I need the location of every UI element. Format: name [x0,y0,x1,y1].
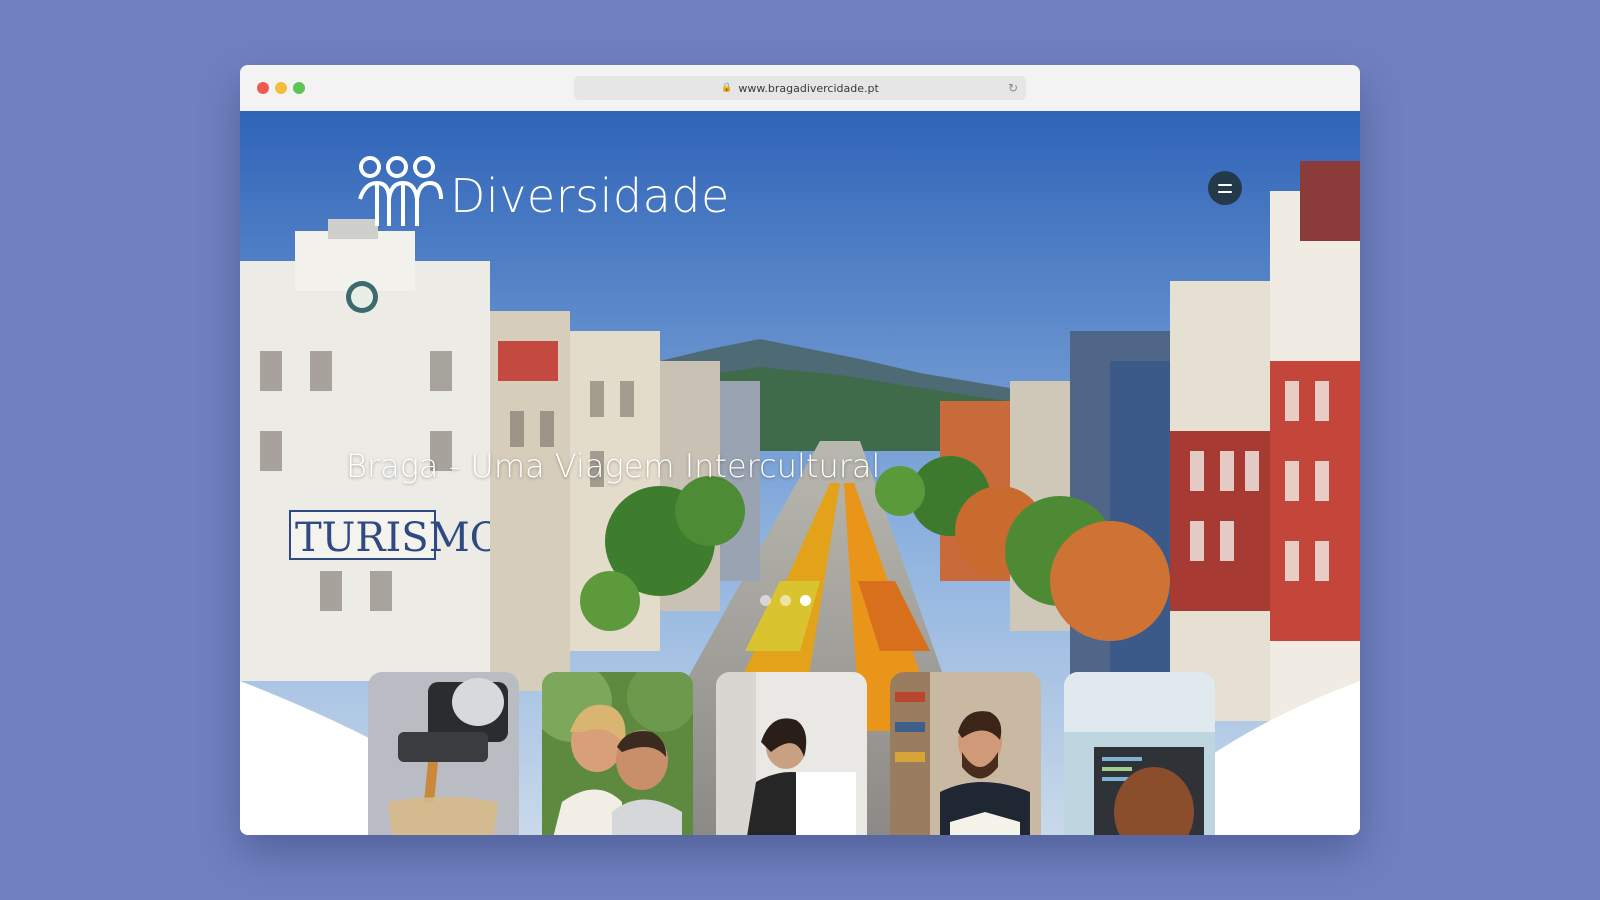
browser-titlebar: 🔒 www.bragadivercidade.pt ↻ [240,65,1360,112]
slider-dot-2[interactable] [780,595,791,606]
slider-pagination [760,595,811,606]
minimize-window-button[interactable] [275,82,287,94]
people-logo-icon [358,156,443,226]
card-man-reading-book[interactable] [890,672,1041,835]
browser-window: 🔒 www.bragadivercidade.pt ↻ TURISMO Dive… [240,65,1360,835]
lock-icon: 🔒 [721,83,733,93]
maximize-window-button[interactable] [293,82,305,94]
hamburger-menu-button[interactable] [1208,171,1242,205]
logo-wordmark[interactable]: Diversidade [450,169,730,223]
card-woman-working[interactable] [716,672,867,835]
close-window-button[interactable] [257,82,269,94]
hero-headline: Braga - Uma Viagem Intercultural [346,447,881,485]
address-bar[interactable]: 🔒 www.bragadivercidade.pt ↻ [574,76,1026,100]
url-text: www.bragadivercidade.pt [738,81,879,95]
card-computer-screen[interactable] [1064,672,1215,835]
slider-dot-1[interactable] [760,595,771,606]
menu-line [1218,183,1232,186]
diversidade-logo[interactable] [355,151,445,235]
card-espresso-machine[interactable] [368,672,519,835]
hero-banner: TURISMO Diversidade Braga - Uma Viagem I… [240,111,1360,835]
svg-text:TURISMO: TURISMO [295,515,502,561]
slider-dot-3[interactable] [800,595,811,606]
menu-line [1218,190,1232,193]
reload-icon[interactable]: ↻ [1008,81,1018,95]
card-smiling-couple[interactable] [542,672,693,835]
